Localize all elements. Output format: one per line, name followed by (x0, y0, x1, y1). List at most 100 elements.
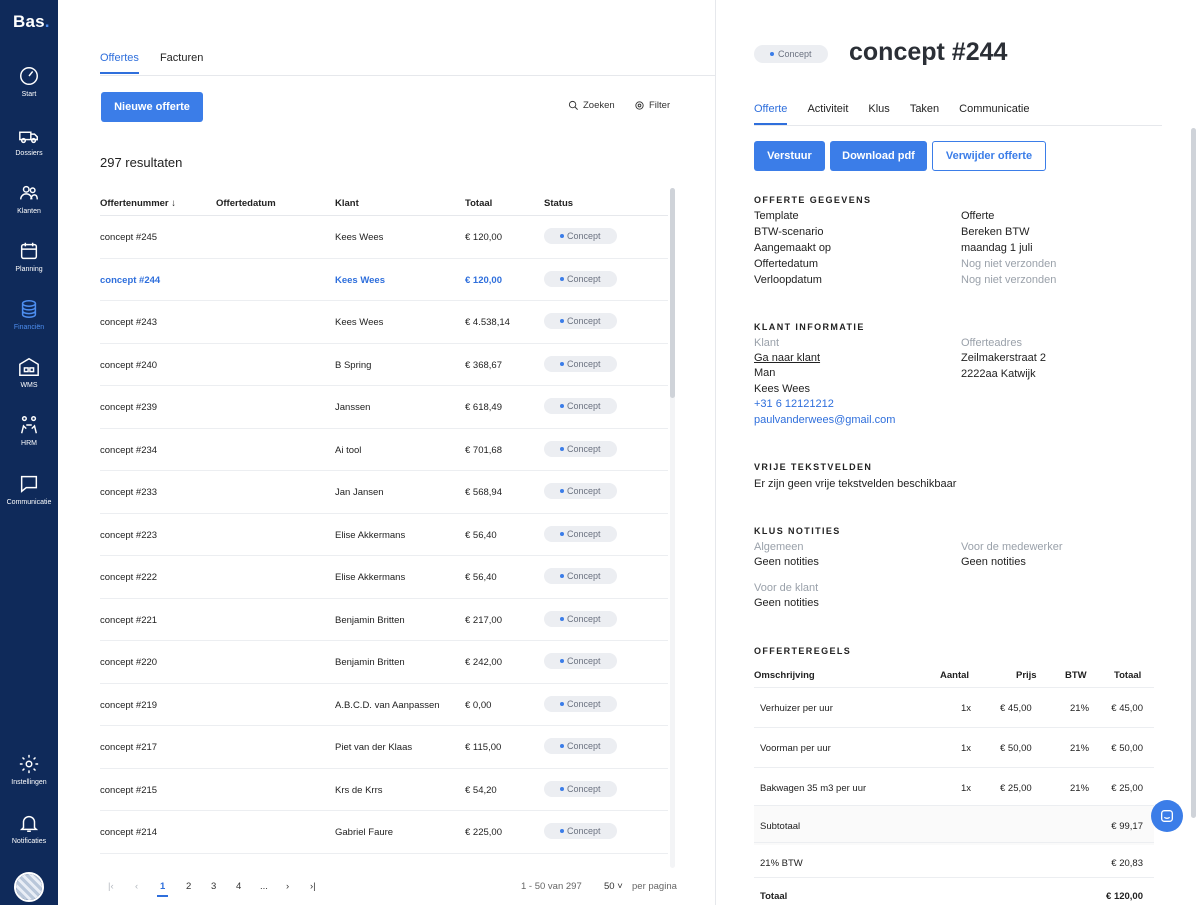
prev-page-icon[interactable]: ‹ (135, 881, 138, 892)
field-value: Nog niet verzonden (961, 258, 1057, 270)
tab-offerte[interactable]: Offerte (754, 103, 788, 125)
last-page-icon[interactable]: ›| (310, 881, 316, 892)
sidebar-item-financien[interactable]: Financiën (0, 298, 58, 348)
client-phone-link[interactable]: +31 6 12121212 (754, 398, 834, 410)
col-offertedatum[interactable]: Offertedatum (216, 198, 276, 209)
table-row[interactable]: concept #240 B Spring € 368,67 Concept (100, 344, 668, 386)
offer-total: € 568,94 (465, 487, 502, 498)
status-cell: Concept (544, 610, 617, 631)
line-btw: 21% (1070, 703, 1090, 714)
goto-client-link[interactable]: Ga naar klant (754, 352, 820, 364)
table-row[interactable]: concept #217 Piet van der Klaas € 115,00 Co… (100, 726, 668, 769)
sidebar-item-hrm[interactable]: HRM (0, 414, 58, 464)
filter-button[interactable]: Filter (634, 100, 670, 111)
table-body: concept #245 Kees Wees € 120,00 Concept conc… (100, 216, 668, 854)
table-row[interactable]: concept #245 Kees Wees € 120,00 Concept (100, 216, 668, 259)
table-row[interactable]: concept #243 Kees Wees € 4.538,14 Concept (100, 301, 668, 344)
status-badge: Concept (544, 568, 617, 584)
notes-client-label: Voor de klant (754, 582, 819, 594)
table-row[interactable]: concept #233 Jan Jansen € 568,94 Concept (100, 471, 668, 514)
first-page-icon[interactable]: |‹ (108, 881, 114, 892)
tab-communicatie[interactable]: Communicatie (959, 103, 1029, 125)
client-label: Klant (754, 337, 780, 349)
client-name: Krs de Krrs (335, 784, 383, 796)
table-row[interactable]: concept #223 Elise Akkermans € 56,40 Concep… (100, 514, 668, 556)
sidebar-item-start[interactable]: Start (0, 65, 58, 115)
sidebar-item-label: Instellingen (11, 779, 47, 786)
client-name: A.B.C.D. van Aanpassen (335, 699, 440, 711)
avatar[interactable] (14, 872, 44, 902)
line-total: € 25,00 (1111, 783, 1143, 794)
table-row[interactable]: concept #220 Benjamin Britten € 242,00 Conc… (100, 641, 668, 684)
sidebar: Bas. Start Dossiers Klanten Planning Fin… (0, 0, 58, 905)
sidebar-item-klanten[interactable]: Klanten (0, 182, 58, 232)
chat-launcher-button[interactable] (1151, 800, 1183, 832)
sidebar-item-instellingen[interactable]: Instellingen (0, 753, 58, 803)
col-klant[interactable]: Klant (335, 198, 359, 209)
offer-number: concept #220 (100, 657, 158, 668)
table-row[interactable]: concept #222 Elise Akkermans € 56,40 Concep… (100, 556, 668, 599)
offers-table: Offertenummer ↓ Offertedatum Klant Totaa… (100, 190, 668, 854)
status-cell: Concept (544, 440, 617, 461)
delete-offer-button[interactable]: Verwijder offerte (932, 141, 1046, 171)
tab-taken[interactable]: Taken (910, 103, 939, 125)
sidebar-item-dossiers[interactable]: Dossiers (0, 124, 58, 174)
field-label: Template (754, 210, 799, 222)
offer-line-row[interactable]: Bakwagen 35 m3 per uur 1x € 25,00 21% € 25,0… (754, 767, 1154, 807)
offer-total: € 115,00 (465, 742, 502, 753)
status-badge: Concept (544, 823, 617, 839)
table-row[interactable]: concept #234 Ai tool € 701,68 Concept (100, 429, 668, 471)
table-row[interactable]: concept #244 Kees Wees € 120,00 Concept (100, 259, 668, 301)
offer-line-row[interactable]: Voorman per uur 1x € 50,00 21% € 50,00 (754, 727, 1154, 767)
per-page-select[interactable]: 50 ˅ (604, 881, 623, 892)
list-scrollbar[interactable] (670, 188, 675, 398)
app-logo[interactable]: Bas. (13, 12, 50, 32)
table-row[interactable]: concept #215 Krs de Krrs € 54,20 Concept (100, 769, 668, 811)
detail-scrollbar[interactable] (1191, 128, 1196, 818)
send-button[interactable]: Verstuur (754, 141, 825, 171)
offer-number: concept #245 (100, 232, 158, 243)
col-offertenummer[interactable]: Offertenummer ↓ (100, 198, 176, 209)
client-name: Benjamin Britten (335, 614, 405, 626)
field-value: maandag 1 juli (961, 242, 1033, 254)
tab-offertes[interactable]: Offertes (100, 52, 139, 74)
client-name: Ai tool (335, 444, 362, 456)
page-4[interactable]: 4 (236, 881, 241, 892)
sidebar-item-notificaties[interactable]: Notificaties (0, 812, 58, 862)
table-row[interactable]: concept #214 Gabriel Faure € 225,00 Concept (100, 811, 668, 854)
page-1[interactable]: 1 (157, 881, 169, 897)
status-badge: Concept (544, 313, 617, 329)
sidebar-item-wms[interactable]: WMS (0, 356, 58, 406)
line-qty: 1x (961, 703, 972, 714)
field-label: BTW-scenario (754, 226, 824, 238)
free-fields-text: Er zijn geen vrije tekstvelden beschikba… (754, 478, 957, 490)
bell-icon (19, 815, 39, 832)
line-desc: Voorman per uur (760, 743, 831, 754)
col-totaal[interactable]: Totaal (465, 198, 492, 209)
new-offer-button[interactable]: Nieuwe offerte (101, 92, 203, 122)
col-status[interactable]: Status (544, 198, 573, 209)
notes-general-value: Geen notities (754, 556, 819, 568)
table-row[interactable]: concept #239 Janssen € 618,49 Concept (100, 386, 668, 429)
status-cell: Concept (544, 653, 617, 673)
tab-activiteit[interactable]: Activiteit (807, 103, 848, 125)
tab-klus[interactable]: Klus (868, 103, 889, 125)
search-button[interactable]: Zoeken (568, 100, 615, 111)
coins-icon (21, 300, 37, 318)
table-row[interactable]: concept #221 Benjamin Britten € 217,00 Conc… (100, 599, 668, 641)
field-value: Offerte (961, 210, 995, 222)
download-pdf-button[interactable]: Download pdf (830, 141, 927, 171)
line-price: € 25,00 (1000, 783, 1032, 794)
field-label: Verloopdatum (754, 274, 822, 286)
table-row[interactable]: concept #219 A.B.C.D. van Aanpassen € 0,00… (100, 684, 668, 726)
filter-label: Filter (649, 100, 671, 111)
offer-line-row[interactable]: Verhuizer per uur 1x € 45,00 21% € 45,00 (754, 687, 1154, 727)
tab-facturen[interactable]: Facturen (160, 52, 203, 74)
next-page-icon[interactable]: › (286, 881, 289, 892)
page-3[interactable]: 3 (211, 881, 216, 892)
line-price: € 45,00 (1000, 703, 1032, 714)
sidebar-item-communicatie[interactable]: Communicatie (0, 473, 58, 523)
page-2[interactable]: 2 (186, 881, 191, 892)
sidebar-item-planning[interactable]: Planning (0, 240, 58, 290)
client-email-link[interactable]: paulvanderwees@gmail.com (754, 414, 895, 426)
